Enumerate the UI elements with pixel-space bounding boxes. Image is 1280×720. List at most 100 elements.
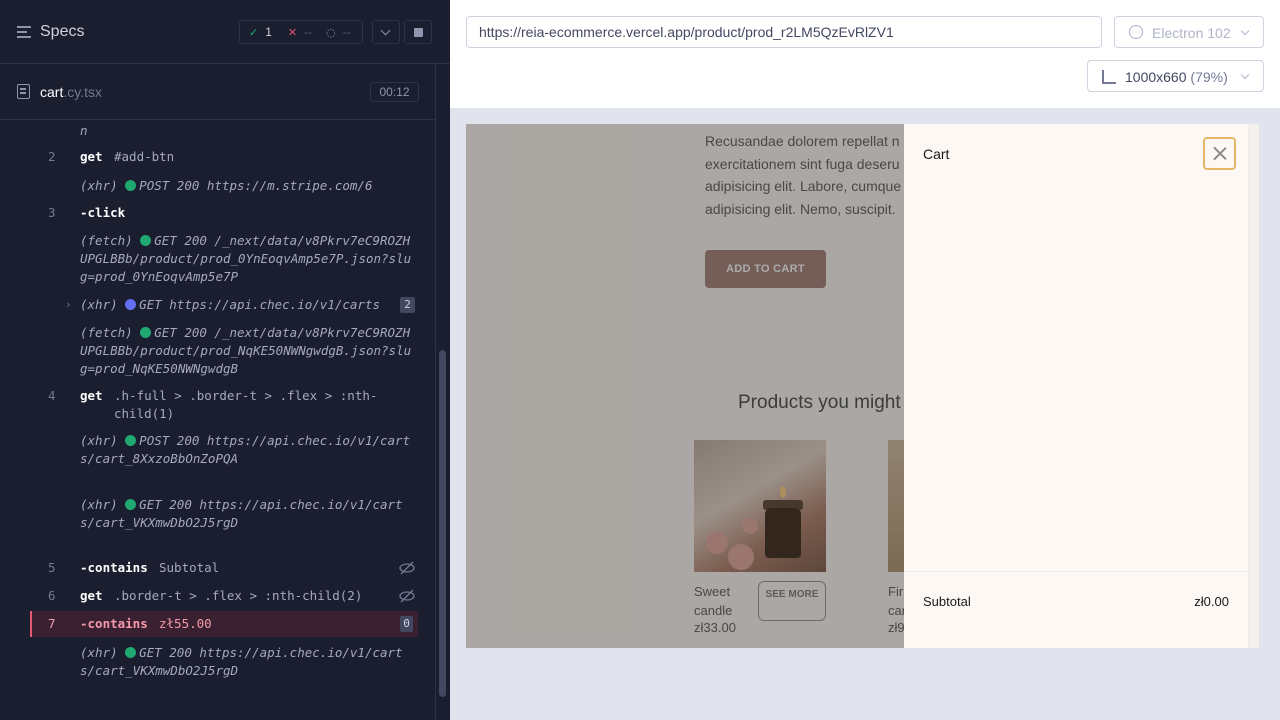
url-bar[interactable]: https://reia-ecommerce.vercel.app/produc…	[466, 16, 1102, 48]
electron-icon	[1129, 25, 1143, 39]
event-row[interactable]: (fetch) GET 200 /_next/data/v8Pkrv7eC9RO…	[30, 232, 418, 288]
command-number: 6	[48, 588, 56, 603]
spec-file-extension: .cy.tsx	[63, 84, 102, 100]
command-name: -click	[80, 205, 126, 220]
status-dot-icon	[125, 180, 137, 191]
event-text: (xhr) GET https://api.chec.io/v1/carts	[80, 296, 414, 314]
element-count-badge: 0	[400, 616, 413, 632]
event-type: (fetch)	[80, 233, 133, 248]
command-name: get	[80, 388, 103, 403]
status-dot-icon	[140, 327, 152, 338]
command-name: get	[80, 588, 103, 603]
chevron-down-icon	[1240, 70, 1250, 80]
subtotal-value: zł0.00	[1194, 594, 1229, 609]
eye-off-icon[interactable]	[398, 587, 416, 605]
ruler-icon	[1102, 70, 1116, 84]
status-dot-icon	[140, 235, 152, 246]
viewport-text: 1000x660 (79%)	[1125, 69, 1228, 85]
expand-dropdown-button[interactable]	[372, 20, 400, 44]
browser-selector[interactable]: Electron 102	[1114, 16, 1264, 48]
event-text: (xhr) GET 200 https://api.chec.io/v1/car…	[80, 644, 414, 680]
command-row[interactable]: 5 -contains Subtotal	[30, 559, 418, 579]
run-duration: 00:12	[370, 82, 419, 102]
specs-list-icon[interactable]	[17, 26, 31, 38]
status-dot-icon	[125, 435, 137, 446]
document-icon	[17, 84, 30, 99]
runner-panel: Specs ✓ 1 ✕ -- ◌ -- cart.cy.tsx 00:12 n …	[0, 0, 450, 720]
status-dot-icon	[125, 499, 137, 510]
status-dot-icon	[125, 647, 137, 658]
passed-stat: ✓ 1	[249, 25, 272, 39]
run-stats: ✓ 1 ✕ -- ◌ --	[239, 20, 363, 44]
command-row[interactable]: 4 get .h-full > .border-t > .flex > :nth…	[30, 387, 418, 425]
cart-drawer: Cart Subtotal zł0.00	[904, 124, 1249, 648]
pending-count: --	[342, 25, 351, 39]
viewport-zoom: (79%)	[1190, 69, 1228, 85]
event-row[interactable]: › (xhr) GET https://api.chec.io/v1/carts…	[30, 296, 418, 316]
passed-count: 1	[265, 25, 272, 39]
browser-name: Electron 102	[1152, 25, 1231, 41]
aut-header: https://reia-ecommerce.vercel.app/produc…	[450, 0, 1280, 108]
event-row[interactable]: (xhr) POST 200 https://m.stripe.com/6	[30, 176, 418, 196]
event-row[interactable]: (xhr) POST 200 https://api.chec.io/v1/ca…	[30, 432, 418, 470]
aut-scrollbar[interactable]	[1249, 124, 1259, 648]
command-number: 5	[48, 560, 56, 575]
event-text: (xhr) GET 200 https://api.chec.io/v1/car…	[80, 496, 414, 532]
event-text: (fetch) GET 200 /_next/data/v8Pkrv7eC9RO…	[80, 324, 414, 378]
event-count-badge: 2	[400, 297, 415, 313]
spinner-icon: ◌	[326, 25, 336, 39]
chevron-down-icon	[380, 25, 391, 36]
pending-dot-icon	[125, 299, 137, 310]
x-icon: ✕	[287, 25, 298, 39]
scrollbar-thumb[interactable]	[439, 350, 446, 697]
event-text: (xhr) POST 200 https://m.stripe.com/6	[80, 177, 414, 195]
command-message: Subtotal	[159, 560, 220, 575]
viewport-size: 1000x660	[1125, 69, 1187, 85]
cart-footer: Subtotal zł0.00	[904, 571, 1249, 648]
event-row[interactable]: (xhr) GET 200 https://api.chec.io/v1/car…	[30, 644, 418, 700]
aut-panel: https://reia-ecommerce.vercel.app/produc…	[450, 0, 1280, 720]
event-row[interactable]: (fetch) GET 200 /_next/data/v8Pkrv7eC9RO…	[30, 324, 418, 380]
aut-iframe[interactable]: Recusandae dolorem repellat n exercitati…	[466, 124, 1259, 648]
command-number: 4	[48, 388, 56, 403]
viewport-selector[interactable]: 1000x660 (79%)	[1087, 60, 1264, 92]
command-message: #add-btn	[114, 149, 175, 164]
command-number: 2	[48, 149, 56, 164]
event-type: (xhr)	[80, 297, 118, 312]
event-type: (xhr)	[80, 433, 118, 448]
eye-off-icon[interactable]	[398, 559, 416, 577]
cart-title: Cart	[923, 146, 950, 162]
command-log: n 2 get #add-btn (xhr) POST 200 https://…	[30, 120, 418, 705]
runner-header: Specs ✓ 1 ✕ -- ◌ --	[0, 0, 450, 64]
event-detail: GET https://api.chec.io/v1/carts	[139, 297, 380, 312]
pending-stat: ◌ --	[326, 25, 351, 39]
chevron-right-icon[interactable]: ›	[65, 296, 72, 314]
chevron-down-icon	[1240, 26, 1250, 36]
command-message: zł55.00	[159, 616, 212, 631]
event-type: (xhr)	[80, 645, 118, 660]
command-row-continued[interactable]: n	[30, 120, 418, 142]
event-type: (xhr)	[80, 497, 118, 512]
command-number: 3	[48, 205, 56, 220]
command-row[interactable]: 2 get #add-btn	[30, 147, 418, 167]
command-number: 7	[48, 616, 56, 631]
spec-file-basename: cart	[40, 84, 64, 100]
failed-stat: ✕ --	[288, 25, 312, 39]
stop-button[interactable]	[404, 20, 432, 44]
command-message: .h-full > .border-t > .flex > :nth-child…	[114, 388, 378, 421]
command-row[interactable]: 3 -click	[30, 203, 418, 223]
close-cart-button[interactable]	[1203, 137, 1236, 170]
command-name: -contains	[80, 616, 148, 631]
event-detail: POST 200 https://m.stripe.com/6	[139, 178, 373, 193]
stop-icon	[414, 28, 423, 37]
spec-file-name: cart.cy.tsx	[40, 84, 102, 100]
command-name: get	[80, 149, 103, 164]
event-type: (fetch)	[80, 325, 133, 340]
check-icon: ✓	[249, 25, 259, 39]
failed-command-row[interactable]: 7 -contains zł55.00 0	[30, 611, 418, 637]
event-row[interactable]: (xhr) GET 200 https://api.chec.io/v1/car…	[30, 496, 418, 534]
event-type: (xhr)	[80, 178, 118, 193]
command-row[interactable]: 6 get .border-t > .flex > :nth-child(2)	[30, 587, 418, 607]
event-text: (fetch) GET 200 /_next/data/v8Pkrv7eC9RO…	[80, 232, 414, 286]
specs-title[interactable]: Specs	[40, 23, 84, 41]
